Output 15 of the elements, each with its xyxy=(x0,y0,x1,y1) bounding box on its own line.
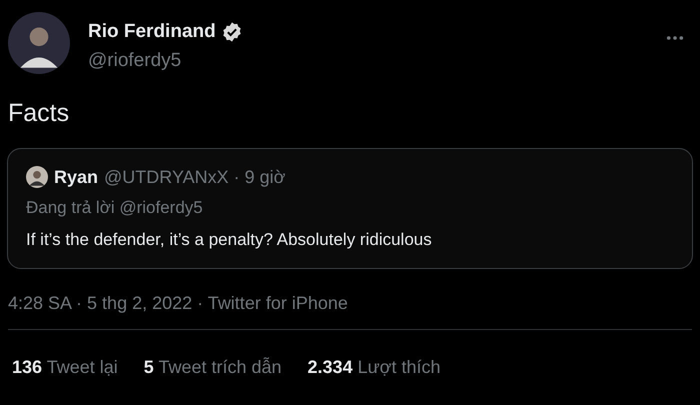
tweet-text: Facts xyxy=(8,99,70,128)
reply-context: Đang trả lời @rioferdy5 xyxy=(26,198,204,218)
quoted-author-name: Ryan xyxy=(54,166,98,188)
engagement-stat[interactable]: 5 Tweet trích dẫn xyxy=(144,357,282,378)
quoted-tweet-card[interactable]: Ryan @UTDRYANxX · 9 giờ Đang trả lời @rioferdy5 If it’s the defender, it’s a penalty? Absolutely ridiculous xyxy=(7,148,693,269)
author-handle[interactable]: @rioferdy5 xyxy=(88,50,243,72)
avatar xyxy=(26,166,48,188)
engagement-stat[interactable]: 2.334 Lượt thích xyxy=(308,357,440,378)
quoted-author-meta: @UTDRYANxX · 9 giờ xyxy=(104,166,286,188)
engagement-stat[interactable]: 136 Tweet lại xyxy=(12,357,118,378)
avatar[interactable] xyxy=(8,12,70,74)
quoted-tweet-text: If it’s the defender, it’s a penalty? Absolutely ridiculous xyxy=(26,230,433,250)
tweet-timestamp: 4:28 SA · 5 thg 2, 2022 · Twitter for iPhone xyxy=(8,293,349,314)
more-icon[interactable] xyxy=(666,35,684,41)
author-name[interactable]: Rio Ferdinand xyxy=(88,21,216,43)
